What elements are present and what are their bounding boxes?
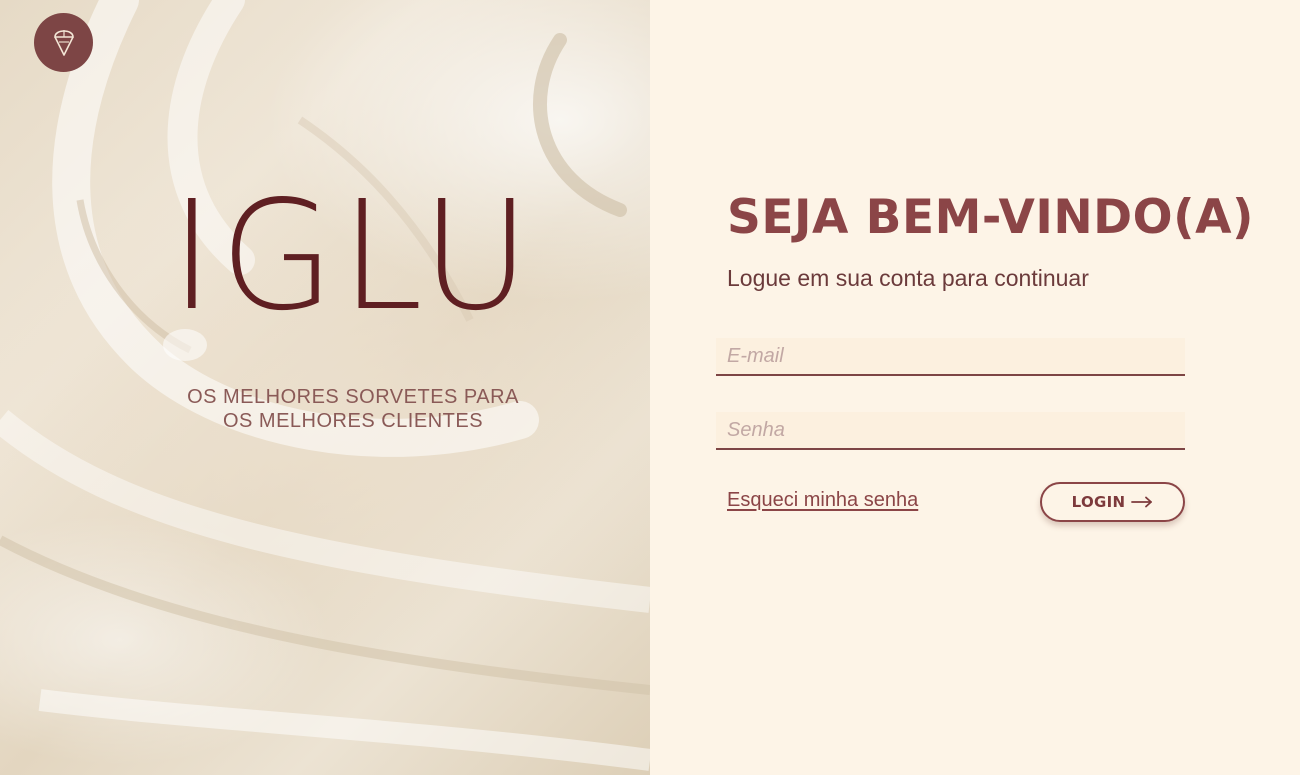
- logo-badge[interactable]: [34, 13, 93, 72]
- hero-panel: IGLU OS MELHORES SORVETES PARA OS MELHOR…: [0, 0, 650, 775]
- forgot-password-link[interactable]: Esqueci minha senha: [727, 489, 918, 512]
- login-page: IGLU OS MELHORES SORVETES PARA OS MELHOR…: [0, 0, 1300, 775]
- login-button[interactable]: LOGIN: [1040, 482, 1185, 522]
- welcome-title: SEJA BEM-VINDO(A): [727, 190, 1254, 245]
- arrow-right-icon: [1131, 496, 1153, 508]
- ice-cream-icon: [51, 24, 77, 62]
- brand-tagline: OS MELHORES SORVETES PARA OS MELHORES CL…: [28, 385, 650, 433]
- brand-logotype: IGLU: [170, 168, 536, 344]
- login-button-label: LOGIN: [1071, 493, 1126, 511]
- welcome-subtitle: Logue em sua conta para continuar: [727, 265, 1089, 291]
- tagline-line-1: OS MELHORES SORVETES PARA: [187, 386, 519, 408]
- tagline-line-2: OS MELHORES CLIENTES: [222, 410, 484, 432]
- login-panel: SEJA BEM-VINDO(A) Logue em sua conta par…: [650, 0, 1300, 775]
- email-field[interactable]: [716, 338, 1185, 376]
- password-field[interactable]: [716, 412, 1185, 450]
